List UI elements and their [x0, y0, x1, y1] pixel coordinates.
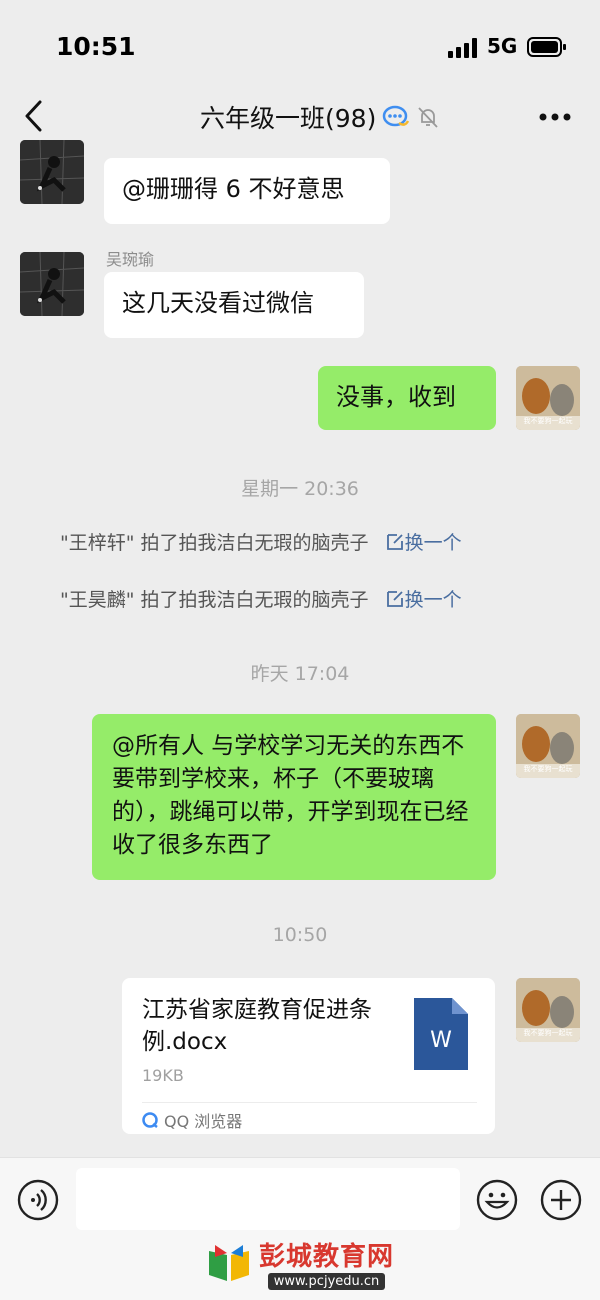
- timestamp: 星期一 20:36: [241, 478, 359, 500]
- avatar-caption: 我不要狗一起玩: [523, 1029, 573, 1037]
- mute-bell-icon: [418, 107, 438, 128]
- change-pat-label: 换一个: [404, 589, 462, 611]
- edit-icon: [386, 591, 403, 607]
- watermark-url: www.pcjyedu.cn: [267, 1273, 386, 1290]
- pat-text: "王梓轩" 拍了拍我洁白无瑕的脑壳子: [60, 532, 369, 554]
- avatar[interactable]: [20, 252, 84, 316]
- group-chat-icon: [383, 105, 410, 127]
- timestamp: 10:50: [272, 924, 328, 946]
- book-logo-icon: [209, 1245, 249, 1281]
- sender-name: 吴琬瑜: [106, 250, 155, 269]
- avatar[interactable]: [20, 140, 84, 204]
- file-name: 江苏省家庭教育促进条例.docx: [142, 997, 372, 1055]
- emoji-icon[interactable]: [476, 1179, 518, 1221]
- pat-text: "王昊麟" 拍了拍我洁白无瑕的脑壳子: [60, 589, 369, 611]
- change-pat-link[interactable]: 换一个: [385, 532, 462, 554]
- chat-title: 六年级一班(98): [200, 104, 377, 133]
- self-avatar[interactable]: 我不要狗一起玩: [516, 366, 580, 430]
- edit-icon: [386, 534, 403, 550]
- file-size: 19KB: [142, 1066, 184, 1085]
- message-bubble[interactable]: 这几天没看过微信: [104, 272, 364, 338]
- avatar-image: [20, 140, 84, 204]
- timestamp: 昨天 17:04: [250, 663, 350, 685]
- word-badge: W: [430, 1028, 452, 1053]
- add-icon[interactable]: [540, 1179, 582, 1221]
- message-bubble[interactable]: @珊珊得 6 不好意思: [104, 158, 390, 224]
- self-avatar[interactable]: 我不要狗一起玩: [516, 978, 580, 1042]
- back-icon[interactable]: [22, 98, 46, 134]
- avatar-caption: 我不要狗一起玩: [523, 765, 573, 773]
- message-bubble-self[interactable]: 没事，收到: [318, 366, 496, 430]
- file-source-label: QQ 浏览器: [164, 1112, 243, 1131]
- signal-icon: [448, 38, 477, 58]
- word-file-icon: W: [414, 998, 468, 1070]
- message-input[interactable]: [76, 1168, 460, 1230]
- battery-icon: [527, 37, 566, 57]
- file-source: QQ 浏览器: [142, 1108, 242, 1132]
- watermark-name: 彭城教育网: [259, 1242, 395, 1272]
- divider: [142, 1102, 477, 1103]
- qq-browser-icon: [142, 1112, 158, 1128]
- watermark: 彭城教育网 www.pcjyedu.cn: [205, 1240, 394, 1290]
- file-message-card[interactable]: 江苏省家庭教育促进条例.docx 19KB W QQ 浏览器: [122, 978, 495, 1134]
- avatar-caption: 我不要狗一起玩: [523, 417, 573, 425]
- chat-title-bar[interactable]: 六年级一班(98): [200, 100, 440, 134]
- change-pat-label: 换一个: [404, 532, 462, 554]
- status-time: 10:51: [56, 32, 136, 61]
- self-avatar[interactable]: 我不要狗一起玩: [516, 714, 580, 778]
- network-label: 5G: [487, 34, 518, 58]
- avatar-image: [20, 252, 84, 316]
- voice-input-icon[interactable]: [17, 1179, 59, 1221]
- change-pat-link[interactable]: 换一个: [385, 589, 462, 611]
- pat-notice: "王梓轩" 拍了拍我洁白无瑕的脑壳子 换一个: [60, 528, 462, 555]
- pat-notice: "王昊麟" 拍了拍我洁白无瑕的脑壳子 换一个: [60, 585, 462, 612]
- message-bubble-self[interactable]: @所有人 与学校学习无关的东西不要带到学校来，杯子（不要玻璃的），跳绳可以带，开…: [92, 714, 496, 880]
- more-options-icon[interactable]: [538, 112, 572, 122]
